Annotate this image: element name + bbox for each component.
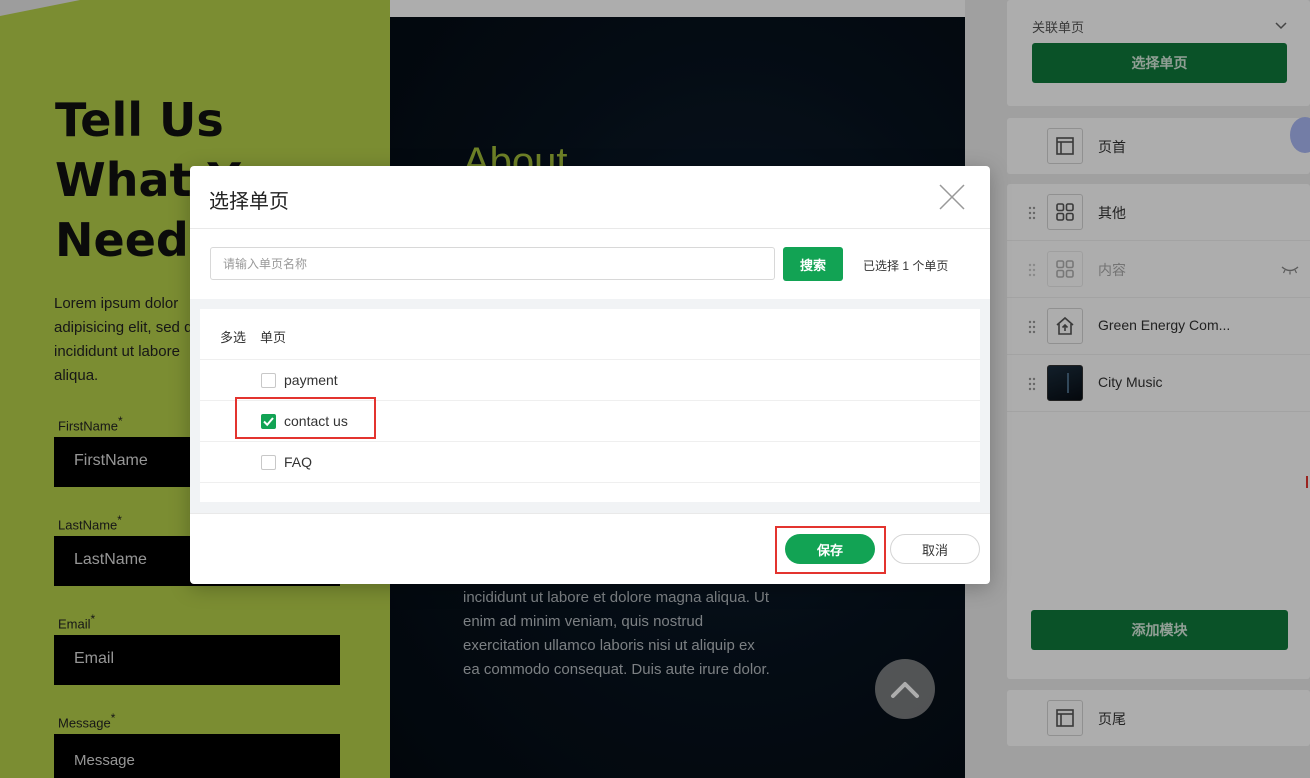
divider — [190, 513, 990, 514]
list-item[interactable]: payment — [200, 360, 980, 401]
highlight-box — [235, 397, 376, 439]
dialog-title: 选择单页 — [209, 191, 289, 213]
highlight-box — [775, 526, 886, 574]
list-item-label: payment — [284, 372, 338, 388]
list-item-label: FAQ — [284, 454, 313, 470]
search-input[interactable] — [210, 247, 775, 280]
cancel-button[interactable]: 取消 — [890, 534, 980, 564]
close-icon[interactable] — [938, 183, 966, 211]
column-multi-select: 多选 — [220, 330, 247, 345]
list-header: 多选 单页 — [200, 309, 980, 360]
search-button[interactable]: 搜索 — [783, 247, 843, 281]
checkbox[interactable] — [261, 373, 276, 388]
select-page-dialog: 选择单页 搜索 已选择 1 个单页 多选 单页 payment contact … — [190, 166, 990, 584]
checkbox[interactable] — [261, 455, 276, 470]
selected-count: 已选择 1 个单页 — [863, 259, 949, 273]
column-page: 单页 — [260, 330, 287, 345]
divider — [190, 228, 990, 229]
list-item[interactable]: FAQ — [200, 442, 980, 483]
